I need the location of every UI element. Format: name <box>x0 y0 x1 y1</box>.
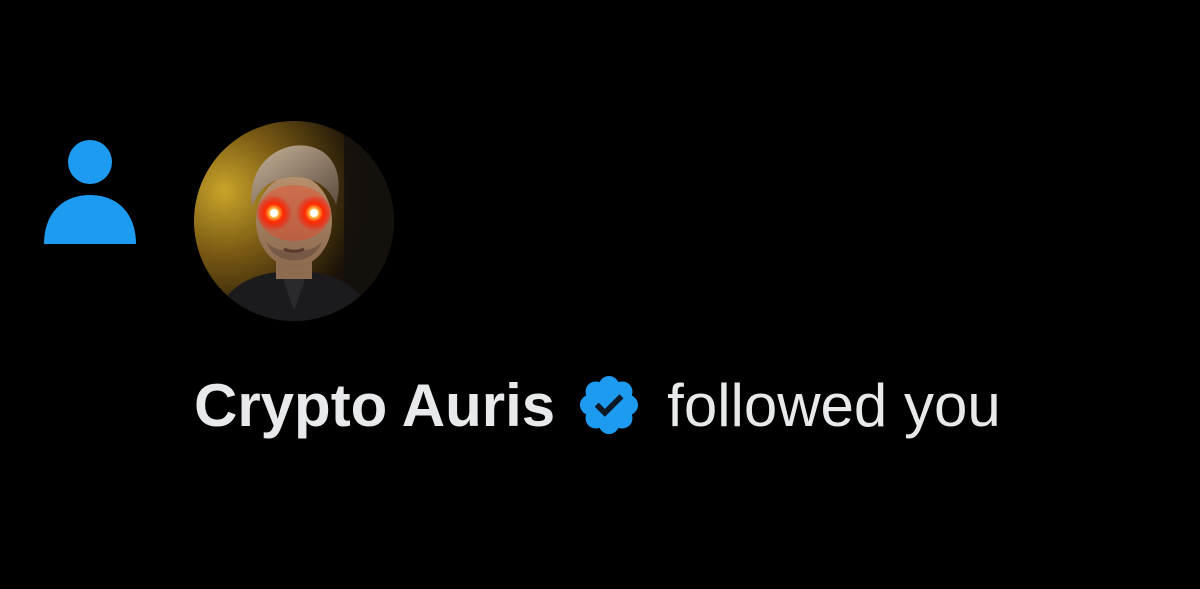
profile-photo <box>194 121 394 321</box>
verified-badge-icon <box>580 375 639 435</box>
follow-action-text: followed you <box>667 371 1001 439</box>
notification-view: Crypto Auris followed you <box>0 0 1200 589</box>
user-avatar[interactable] <box>194 121 394 321</box>
notification-text: Crypto Auris followed you <box>194 362 1001 448</box>
person-icon <box>44 140 136 244</box>
user-name-link[interactable]: Crypto Auris <box>194 371 555 440</box>
